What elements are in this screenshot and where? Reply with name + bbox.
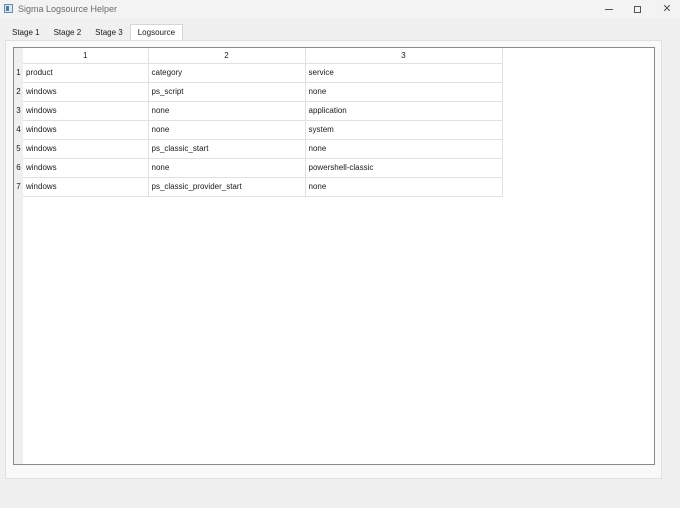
minimize-icon bbox=[605, 8, 613, 10]
tab-bar: Stage 1 Stage 2 Stage 3 Logsource bbox=[5, 24, 184, 41]
app-window: Sigma Logsource Helper ✕ Stage 1 Stage 2… bbox=[0, 0, 680, 508]
table-cell[interactable]: none bbox=[305, 177, 503, 197]
table-row: 7 windows ps_classic_provider_start none bbox=[14, 177, 503, 197]
row-header[interactable]: 3 bbox=[14, 101, 23, 120]
table-row: 3 windows none application bbox=[14, 101, 503, 121]
table-cell[interactable]: system bbox=[305, 120, 503, 140]
row-header[interactable]: 1 bbox=[14, 63, 23, 82]
corner-cell[interactable] bbox=[14, 48, 23, 63]
table-cell[interactable]: none bbox=[305, 139, 503, 159]
maximize-icon bbox=[633, 5, 641, 13]
row-header[interactable]: 7 bbox=[14, 177, 23, 196]
column-header[interactable]: 2 bbox=[148, 48, 306, 64]
tab-logsource[interactable]: Logsource bbox=[129, 24, 184, 40]
table-cell[interactable]: windows bbox=[23, 101, 149, 121]
app-icon bbox=[4, 4, 13, 13]
window-title: Sigma Logsource Helper bbox=[18, 4, 118, 14]
row-header[interactable]: 6 bbox=[14, 158, 23, 177]
close-button[interactable]: ✕ bbox=[652, 0, 680, 18]
table-cell[interactable]: windows bbox=[23, 82, 149, 102]
table-cell[interactable]: windows bbox=[23, 177, 149, 197]
table-cell[interactable]: ps_script bbox=[148, 82, 306, 102]
table-row: 6 windows none powershell-classic bbox=[14, 158, 503, 178]
table-cell[interactable]: category bbox=[148, 63, 306, 83]
table-cell[interactable]: windows bbox=[23, 120, 149, 140]
table-cell[interactable]: ps_classic_start bbox=[148, 139, 306, 159]
table-cell[interactable]: product bbox=[23, 63, 149, 83]
minimize-button[interactable] bbox=[594, 0, 624, 18]
table-cell[interactable]: none bbox=[148, 158, 306, 178]
tab-panel-logsource: 1 2 3 1 product category service 2 windo… bbox=[5, 40, 662, 479]
table-cell[interactable]: none bbox=[148, 101, 306, 121]
table-cell[interactable]: ps_classic_provider_start bbox=[148, 177, 306, 197]
column-header[interactable]: 1 bbox=[23, 48, 149, 64]
table-row: 2 windows ps_script none bbox=[14, 82, 503, 102]
row-header[interactable]: 4 bbox=[14, 120, 23, 139]
close-icon: ✕ bbox=[662, 2, 672, 15]
column-header[interactable]: 3 bbox=[305, 48, 503, 64]
table-cell[interactable]: service bbox=[305, 63, 503, 83]
table-cell[interactable]: none bbox=[148, 120, 306, 140]
table-row: 5 windows ps_classic_start none bbox=[14, 139, 503, 159]
row-header[interactable]: 5 bbox=[14, 139, 23, 158]
logsource-grid: 1 2 3 1 product category service 2 windo… bbox=[14, 48, 503, 197]
table-cell[interactable]: windows bbox=[23, 139, 149, 159]
table-row: 1 product category service bbox=[14, 63, 503, 83]
column-header-row: 1 2 3 bbox=[14, 48, 503, 64]
table-cell[interactable]: none bbox=[305, 82, 503, 102]
logsource-table[interactable]: 1 2 3 1 product category service 2 windo… bbox=[13, 47, 655, 465]
table-row: 4 windows none system bbox=[14, 120, 503, 140]
tab-stage-1[interactable]: Stage 1 bbox=[5, 25, 47, 40]
tab-stage-3[interactable]: Stage 3 bbox=[88, 25, 130, 40]
maximize-button[interactable] bbox=[622, 0, 652, 18]
table-cell[interactable]: powershell-classic bbox=[305, 158, 503, 178]
title-bar[interactable]: Sigma Logsource Helper ✕ bbox=[0, 0, 680, 18]
tab-stage-2[interactable]: Stage 2 bbox=[47, 25, 89, 40]
table-cell[interactable]: application bbox=[305, 101, 503, 121]
row-header[interactable]: 2 bbox=[14, 82, 23, 101]
table-cell[interactable]: windows bbox=[23, 158, 149, 178]
